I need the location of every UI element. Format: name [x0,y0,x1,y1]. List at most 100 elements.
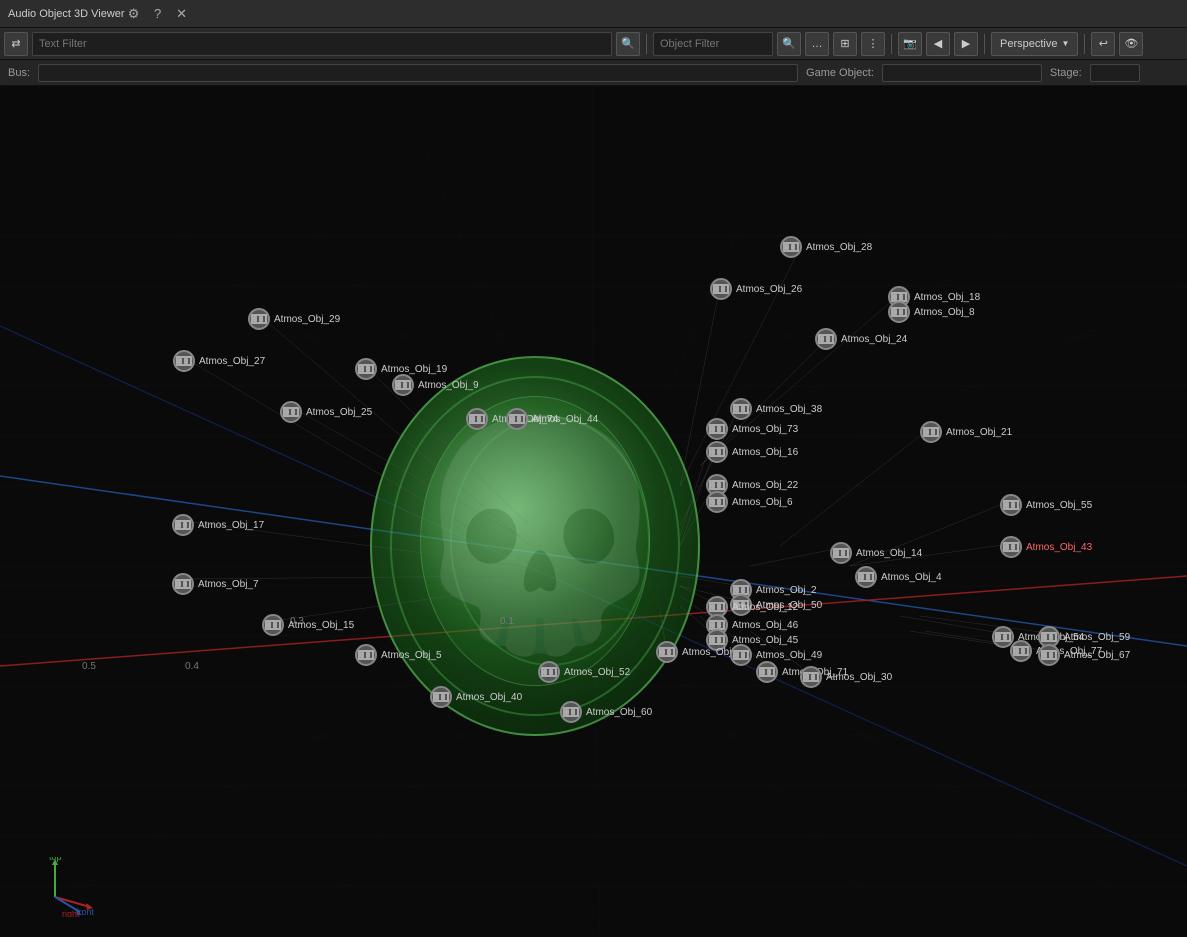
audio-obj-label-Atmos_Obj_17: Atmos_Obj_17 [198,520,264,531]
audio-obj-label-Atmos_Obj_59: Atmos_Obj_59 [1064,632,1130,643]
audio-obj-Atmos_Obj_17[interactable]: Atmos_Obj_17 [172,514,264,536]
separator-3 [984,34,985,54]
audio-obj-icon-Atmos_Obj_21 [920,421,942,443]
audio-obj-Atmos_Obj_7[interactable]: Atmos_Obj_7 [172,573,259,595]
audio-obj-Atmos_Obj_5[interactable]: Atmos_Obj_5 [355,644,442,666]
audio-obj-icon-Atmos_Obj_52 [538,661,560,683]
audio-obj-Atmos_Obj_9[interactable]: Atmos_Obj_9 [392,374,479,396]
audio-obj-icon-Atmos_Obj_26 [710,278,732,300]
audio-obj-icon-Atmos_Obj_15 [262,614,284,636]
audio-obj-icon-Atmos_Obj_60 [560,701,582,723]
undo-button[interactable]: ↩ [1091,32,1115,56]
stage-value[interactable] [1090,64,1140,82]
game-object-label: Game Object: [806,67,874,79]
separator-2 [891,34,892,54]
audio-obj-icon-Atmos_Obj_44 [506,408,528,430]
more-button[interactable]: ⋮ [861,32,885,56]
audio-obj-label-Atmos_Obj_28: Atmos_Obj_28 [806,242,872,253]
audio-obj-Atmos_Obj_55[interactable]: Atmos_Obj_55 [1000,494,1092,516]
audio-obj-Atmos_Obj_67[interactable]: Atmos_Obj_67 [1038,644,1130,666]
camera-button[interactable]: 📷 [898,32,922,56]
toolbar: ⇄ 🔍 🔍 … ⊞ ⋮ 📷 ◀ ▶ Perspective ▼ ↩ 👁 [0,28,1187,60]
audio-obj-Atmos_Obj_28[interactable]: Atmos_Obj_28 [780,236,872,258]
audio-obj-icon-Atmos_Obj_30 [800,666,822,688]
audio-obj-label-Atmos_Obj_15: Atmos_Obj_15 [288,620,354,631]
audio-obj-label-Atmos_Obj_40: Atmos_Obj_40 [456,692,522,703]
close-button[interactable]: ✕ [173,5,191,23]
audio-obj-icon-Atmos_Obj_6 [706,491,728,513]
axis-svg: top right front [20,857,100,917]
help-button[interactable]: ? [149,5,167,23]
audio-obj-icon-Atmos_Obj_8 [888,301,910,323]
game-object-value[interactable] [882,64,1042,82]
scale-label-05: 0.5 [82,661,96,672]
text-search-button[interactable]: 🔍 [616,32,640,56]
3d-viewer[interactable]: 💀 0.5 0.4 0 [0,86,1187,937]
audio-obj-label-Atmos_Obj_29: Atmos_Obj_29 [274,314,340,325]
scale-label-01: 0.1 [500,616,514,627]
audio-obj-icon-Atmos_Obj_5 [355,644,377,666]
perspective-button[interactable]: Perspective ▼ [991,32,1078,56]
audio-obj-icon-Atmos_Obj_74 [466,408,488,430]
audio-obj-Atmos_Obj_73[interactable]: Atmos_Obj_73 [706,418,798,440]
separator-4 [1084,34,1085,54]
separator-1 [646,34,647,54]
audio-obj-Atmos_Obj_30[interactable]: Atmos_Obj_30 [800,666,892,688]
audio-obj-label-Atmos_Obj_16: Atmos_Obj_16 [732,447,798,458]
audio-obj-icon-Atmos_Obj_19 [355,358,377,380]
audio-obj-icon-Atmos_Obj_28 [780,236,802,258]
audio-obj-label-Atmos_Obj_21: Atmos_Obj_21 [946,427,1012,438]
audio-obj-icon-Atmos_Obj_29 [248,308,270,330]
audio-obj-icon-Atmos_Obj_73 [706,418,728,440]
audio-obj-label-Atmos_Obj_30: Atmos_Obj_30 [826,672,892,683]
audio-obj-icon-Atmos_Obj_77 [1010,640,1032,662]
audio-obj-Atmos_Obj_40[interactable]: Atmos_Obj_40 [430,686,522,708]
audio-obj-Atmos_Obj_21[interactable]: Atmos_Obj_21 [920,421,1012,443]
audio-obj-Atmos_Obj_44[interactable]: Atmos_Obj_44 [506,408,598,430]
eye-button[interactable]: 👁 [1119,32,1143,56]
grid-button[interactable]: ⊞ [833,32,857,56]
scale-label-04: 0.4 [185,661,199,672]
dots-button[interactable]: … [805,32,829,56]
title-controls: ⚙ ? ✕ [125,5,191,23]
audio-obj-label-Atmos_Obj_8: Atmos_Obj_8 [914,307,975,318]
link-button[interactable]: ⇄ [4,32,28,56]
right-button[interactable]: ▶ [954,32,978,56]
audio-obj-Atmos_Obj_26[interactable]: Atmos_Obj_26 [710,278,802,300]
object-search-button[interactable]: 🔍 [777,32,801,56]
audio-obj-Atmos_Obj_29[interactable]: Atmos_Obj_29 [248,308,340,330]
left-button[interactable]: ◀ [926,32,950,56]
audio-obj-icon-Atmos_Obj_67 [1038,644,1060,666]
audio-obj-icon-Atmos_Obj_58 [656,641,678,663]
audio-obj-Atmos_Obj_4[interactable]: Atmos_Obj_4 [855,566,942,588]
audio-obj-Atmos_Obj_6[interactable]: Atmos_Obj_6 [706,491,793,513]
audio-obj-Atmos_Obj_8[interactable]: Atmos_Obj_8 [888,301,975,323]
stage-label: Stage: [1050,67,1082,79]
text-filter-input[interactable] [32,32,612,56]
audio-obj-Atmos_Obj_27[interactable]: Atmos_Obj_27 [173,350,265,372]
audio-obj-icon-Atmos_Obj_9 [392,374,414,396]
bus-value[interactable] [38,64,798,82]
audio-obj-label-Atmos_Obj_14: Atmos_Obj_14 [856,548,922,559]
audio-obj-Atmos_Obj_24[interactable]: Atmos_Obj_24 [815,328,907,350]
audio-obj-icon-Atmos_Obj_4 [855,566,877,588]
object-filter-input[interactable] [653,32,773,56]
title-text: Audio Object 3D Viewer [8,8,125,20]
audio-obj-Atmos_Obj_16[interactable]: Atmos_Obj_16 [706,441,798,463]
audio-obj-Atmos_Obj_15[interactable]: Atmos_Obj_15 [262,614,354,636]
audio-obj-Atmos_Obj_43[interactable]: Atmos_Obj_43 [1000,536,1092,558]
audio-obj-Atmos_Obj_60[interactable]: Atmos_Obj_60 [560,701,652,723]
audio-obj-label-Atmos_Obj_27: Atmos_Obj_27 [199,356,265,367]
audio-obj-label-Atmos_Obj_7: Atmos_Obj_7 [198,579,259,590]
settings-button[interactable]: ⚙ [125,5,143,23]
green-sphere-inner [420,396,650,686]
audio-obj-label-Atmos_Obj_67: Atmos_Obj_67 [1064,650,1130,661]
audio-obj-icon-Atmos_Obj_49 [730,644,752,666]
audio-obj-label-Atmos_Obj_44: Atmos_Obj_44 [532,414,598,425]
audio-obj-icon-Atmos_Obj_14 [830,542,852,564]
audio-obj-Atmos_Obj_25[interactable]: Atmos_Obj_25 [280,401,372,423]
audio-obj-Atmos_Obj_38[interactable]: Atmos_Obj_38 [730,398,822,420]
audio-obj-Atmos_Obj_14[interactable]: Atmos_Obj_14 [830,542,922,564]
audio-obj-Atmos_Obj_52[interactable]: Atmos_Obj_52 [538,661,630,683]
audio-obj-label-Atmos_Obj_26: Atmos_Obj_26 [736,284,802,295]
